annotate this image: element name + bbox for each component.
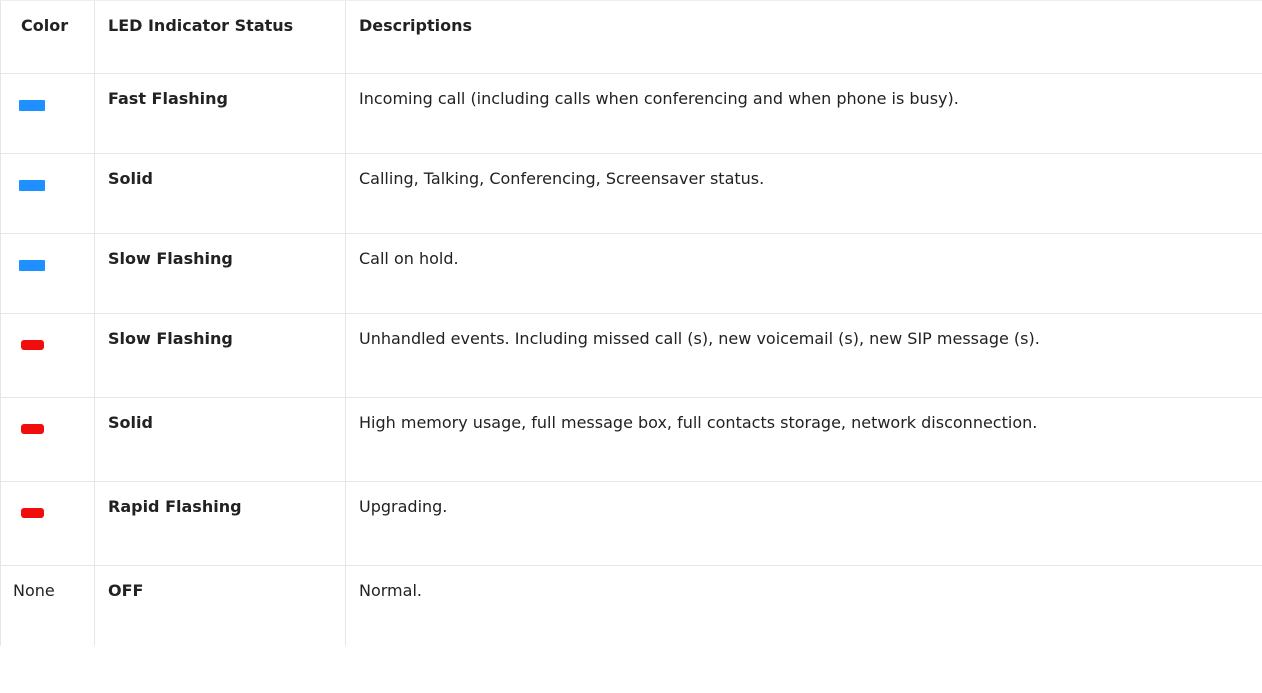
- table-row: Solid Calling, Talking, Conferencing, Sc…: [0, 153, 1262, 234]
- table-row: Slow Flashing Call on hold.: [0, 233, 1262, 314]
- table-top-border: [0, 0, 1262, 1]
- status-cell: Fast Flashing: [94, 73, 346, 154]
- led-color-swatch: [21, 424, 44, 434]
- table-row: Solid High memory usage, full message bo…: [0, 397, 1262, 482]
- color-cell: [0, 153, 95, 234]
- description-cell: High memory usage, full message box, ful…: [345, 397, 1262, 482]
- led-status-table: Color LED Indicator Status Descriptions …: [0, 0, 1262, 646]
- color-cell: [0, 233, 95, 314]
- color-cell: None: [0, 565, 95, 646]
- led-status-table-container: Color LED Indicator Status Descriptions …: [0, 0, 1262, 693]
- color-none-text: None: [13, 581, 55, 600]
- description-cell: Unhandled events. Including missed call …: [345, 313, 1262, 398]
- color-cell: [0, 481, 95, 566]
- led-color-swatch: [19, 260, 45, 271]
- led-color-swatch: [19, 100, 45, 111]
- table-row: Fast Flashing Incoming call (including c…: [0, 73, 1262, 154]
- led-color-swatch: [21, 340, 44, 350]
- description-cell: Calling, Talking, Conferencing, Screensa…: [345, 153, 1262, 234]
- description-cell: Upgrading.: [345, 481, 1262, 566]
- status-cell: Solid: [94, 153, 346, 234]
- status-cell: Slow Flashing: [94, 233, 346, 314]
- status-cell: Slow Flashing: [94, 313, 346, 398]
- header-descriptions: Descriptions: [345, 0, 1262, 74]
- table-row: Rapid Flashing Upgrading.: [0, 481, 1262, 566]
- color-cell: [0, 397, 95, 482]
- status-cell: Rapid Flashing: [94, 481, 346, 566]
- table-row: Slow Flashing Unhandled events. Includin…: [0, 313, 1262, 398]
- description-cell: Incoming call (including calls when conf…: [345, 73, 1262, 154]
- table-header-row: Color LED Indicator Status Descriptions: [0, 0, 1262, 74]
- color-cell: [0, 313, 95, 398]
- table-row: None OFF Normal.: [0, 565, 1262, 646]
- header-color: Color: [0, 0, 95, 74]
- header-led-status: LED Indicator Status: [94, 0, 346, 74]
- color-cell: [0, 73, 95, 154]
- description-cell: Call on hold.: [345, 233, 1262, 314]
- description-cell: Normal.: [345, 565, 1262, 646]
- led-color-swatch: [21, 508, 44, 518]
- led-color-swatch: [19, 180, 45, 191]
- status-cell: OFF: [94, 565, 346, 646]
- status-cell: Solid: [94, 397, 346, 482]
